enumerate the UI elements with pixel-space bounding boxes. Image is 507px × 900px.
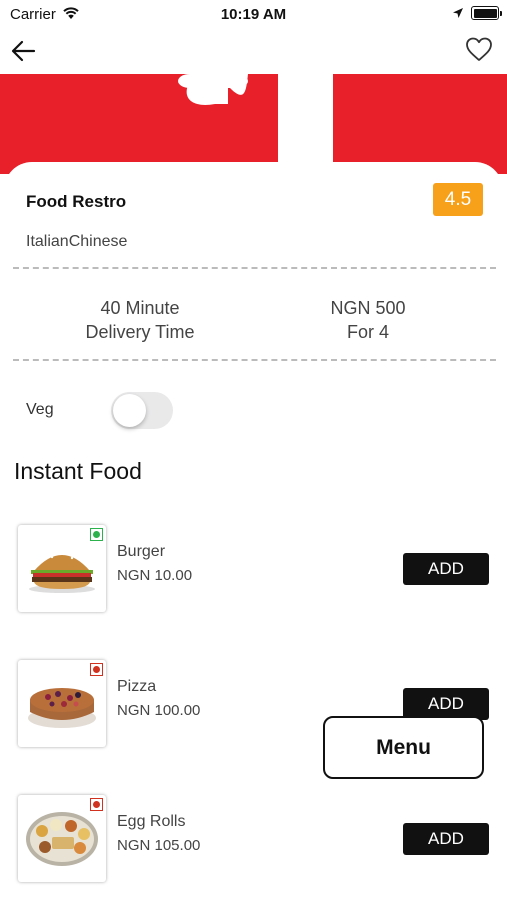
location-arrow-icon (453, 8, 463, 18)
item-price: NGN 100.00 (117, 702, 201, 719)
status-bar: Carrier 10:19 AM (0, 0, 507, 30)
non-veg-indicator-icon (90, 798, 103, 811)
add-button[interactable]: ADD (403, 553, 489, 585)
delivery-time-label: Delivery Time (85, 322, 195, 342)
list-item: Burger NGN 10.00 ADD (0, 525, 507, 615)
item-name: Pizza (117, 678, 157, 695)
restaurant-name: Food Restro (26, 192, 127, 211)
divider (13, 267, 496, 269)
toggle-knob (113, 394, 146, 427)
pizza-image (18, 660, 106, 747)
rating-badge: 4.5 (433, 183, 483, 216)
favorite-heart-icon[interactable] (464, 34, 494, 64)
item-name: Burger (117, 543, 166, 560)
cost-label: For 4 (346, 322, 389, 342)
cuisine-text: ItalianChinese (26, 233, 128, 250)
delivery-info: 40 Minute Delivery Time (70, 296, 210, 344)
item-price: NGN 105.00 (117, 837, 201, 854)
cost-value: NGN 500 (330, 298, 406, 318)
back-arrow-icon[interactable] (9, 36, 39, 66)
list-item: Egg Rolls NGN 105.00 ADD (0, 795, 507, 885)
battery-icon (471, 6, 502, 20)
restaurant-banner-image (0, 74, 507, 174)
restaurant-info-card: Food Restro 4.5 ItalianChinese 40 Minute… (4, 162, 503, 372)
veg-filter-label: Veg (26, 401, 54, 418)
egg-rolls-image (18, 795, 106, 882)
top-bar (0, 30, 507, 74)
clock: 10:19 AM (220, 6, 287, 23)
veg-indicator-icon (90, 528, 103, 541)
non-veg-indicator-icon (90, 663, 103, 676)
menu-button[interactable]: Menu (323, 716, 484, 779)
section-title: Instant Food (14, 458, 142, 484)
add-button[interactable]: ADD (403, 823, 489, 855)
burger-image (18, 525, 106, 612)
veg-toggle[interactable] (111, 392, 173, 429)
divider (13, 359, 496, 361)
cost-info: NGN 500 For 4 (300, 296, 436, 344)
item-price: NGN 10.00 (117, 567, 193, 584)
delivery-time-value: 40 Minute (100, 298, 180, 318)
item-name: Egg Rolls (117, 813, 186, 830)
